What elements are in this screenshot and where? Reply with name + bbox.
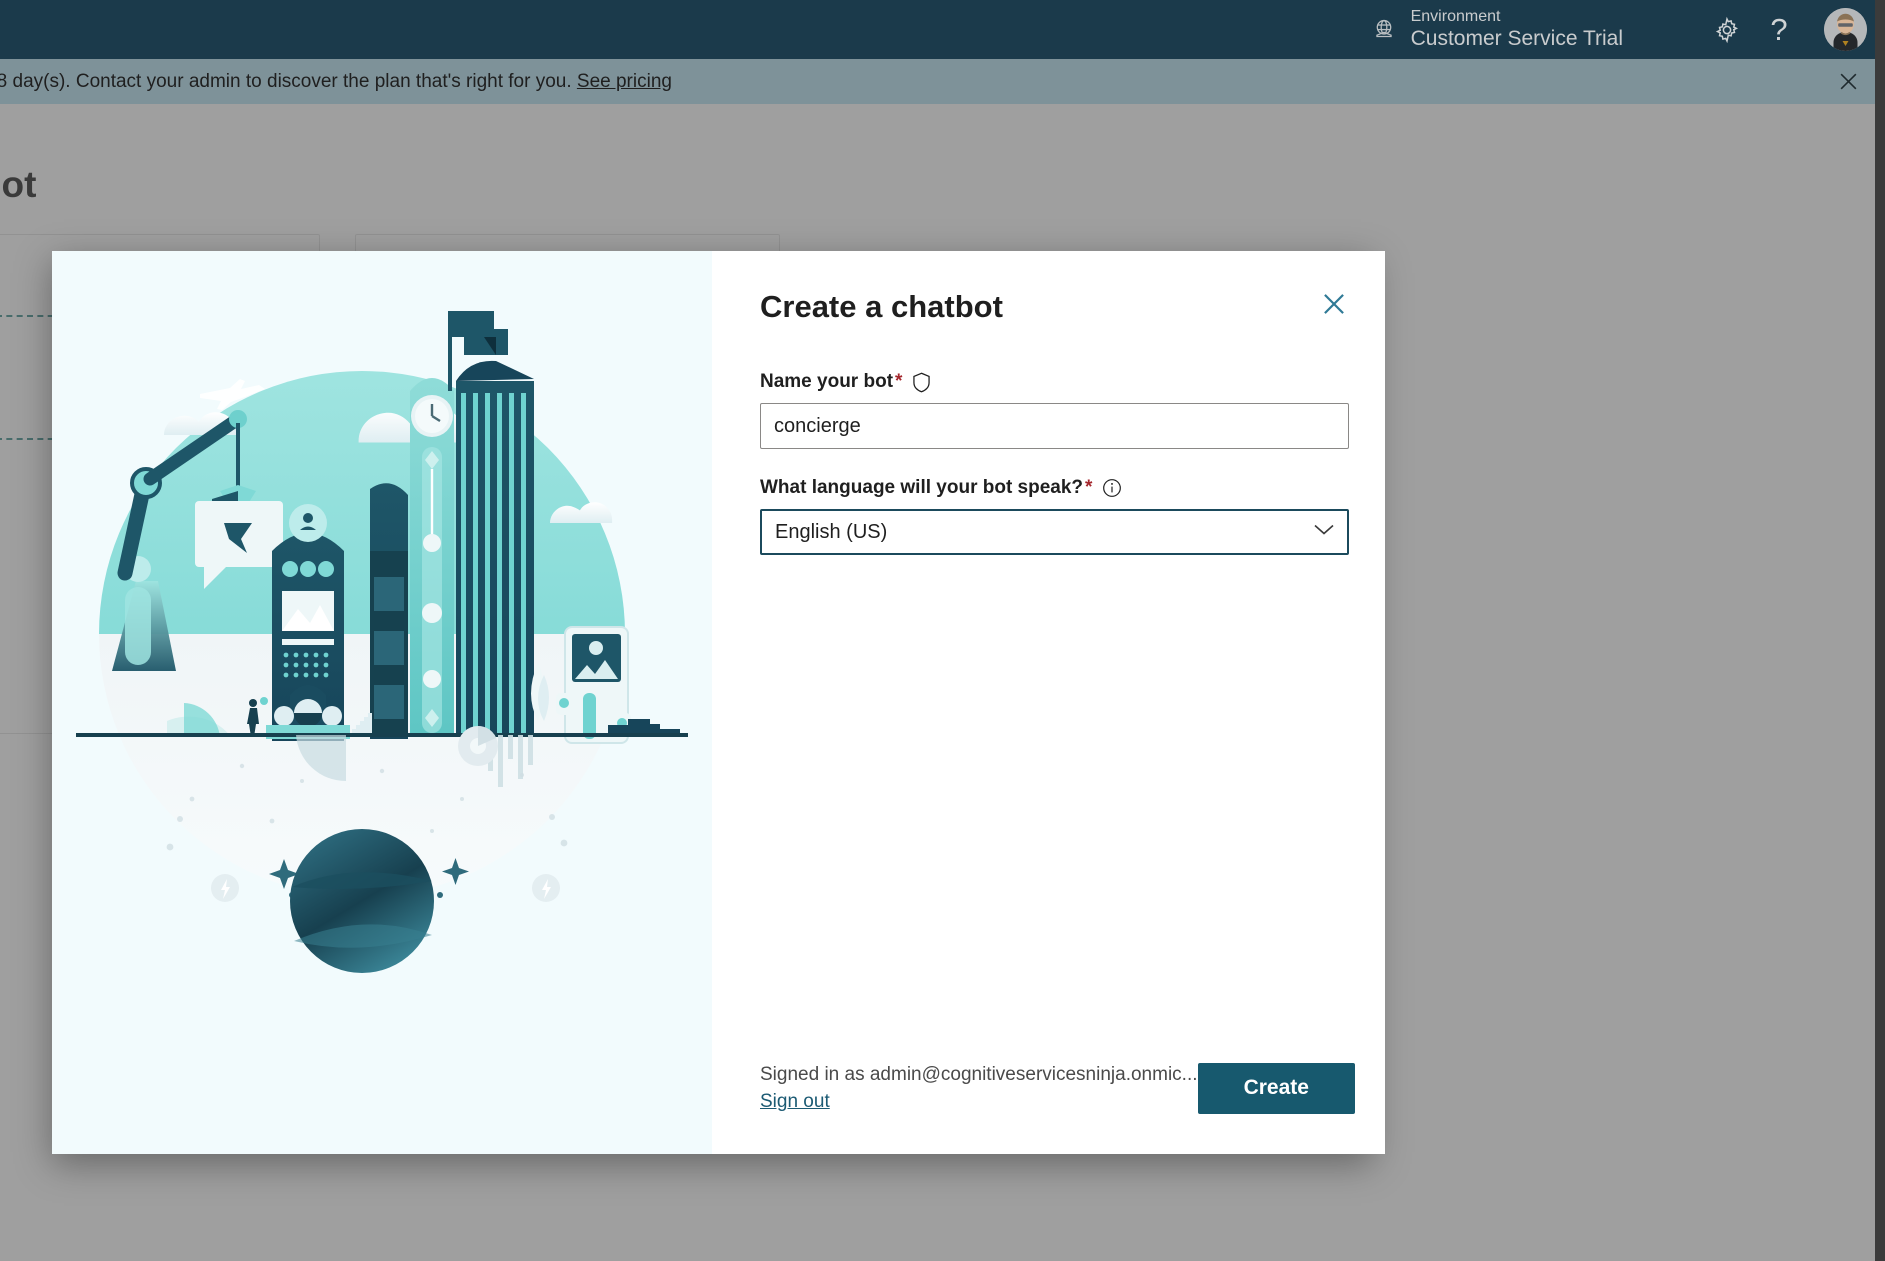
language-label: What language will your bot speak? *: [760, 477, 1349, 499]
language-select-wrapper: English (US): [760, 509, 1349, 555]
bot-name-label-text: Name your bot: [760, 371, 894, 392]
dialog-footer: Signed in as admin@cognitiveservicesninj…: [748, 1061, 1355, 1116]
gear-icon[interactable]: [1701, 4, 1753, 56]
avatar[interactable]: [1819, 4, 1871, 56]
close-icon[interactable]: [1831, 65, 1865, 99]
bot-name-input[interactable]: [760, 403, 1349, 449]
bot-name-field-group: Name your bot *: [760, 371, 1349, 449]
language-field-group: What language will your bot speak? * Engl…: [760, 477, 1349, 555]
see-pricing-link[interactable]: See pricing: [577, 71, 672, 92]
environment-value: Customer Service Trial: [1410, 26, 1623, 50]
page-title: Create a chatbot: [760, 289, 1003, 324]
window-edge-strip: [1875, 0, 1885, 1261]
striped-skyscraper: [448, 311, 534, 734]
donut-shape: [458, 726, 498, 766]
language-select-value: English (US): [775, 520, 888, 543]
required-marker: *: [1085, 477, 1093, 498]
info-icon[interactable]: [1102, 478, 1122, 498]
required-marker: *: [895, 371, 903, 392]
sign-out-link[interactable]: Sign out: [760, 1088, 830, 1116]
signed-in-as-text: Signed in as admin@cognitiveservicesninj…: [760, 1063, 1198, 1085]
globe-environment-icon: [1367, 13, 1401, 47]
planet: [290, 829, 434, 973]
city-skyline-planet-illustration: [52, 251, 712, 1154]
environment-label: Environment: [1410, 7, 1501, 25]
help-glyph: ?: [1770, 11, 1788, 47]
language-select[interactable]: English (US): [760, 509, 1349, 555]
shield-icon: [912, 372, 931, 393]
trial-notification-bar: al expires in 8 day(s). Contact your adm…: [0, 59, 1885, 104]
top-navigation-bar: Environment Customer Service Trial ?: [0, 0, 1885, 59]
help-question-icon[interactable]: ?: [1753, 4, 1805, 56]
close-icon[interactable]: [1313, 283, 1355, 325]
create-chatbot-form: Create a chatbot Name your bot * concier…: [712, 251, 1385, 1154]
app-root: a chatbot r pro duction ower V Environme…: [0, 0, 1885, 1261]
clock-tower: [410, 378, 454, 734]
language-label-text: What language will your bot speak?: [760, 477, 1084, 498]
bot-name-label: Name your bot *: [760, 371, 1349, 393]
create-chatbot-dialog: Create a chatbot Name your bot * concier…: [52, 251, 1385, 1154]
environment-selector[interactable]: Environment Customer Service Trial: [1411, 8, 1623, 52]
account-info: Signed in as admin@cognitiveservicesninj…: [760, 1061, 1198, 1116]
avatar-image: [1823, 8, 1867, 51]
trial-notification-text: al expires in 8 day(s). Contact your adm…: [0, 71, 672, 93]
form-fields: Name your bot* What language will your b…: [760, 371, 1349, 555]
create-button[interactable]: Create: [1197, 1062, 1355, 1114]
trial-notification-message: al expires in 8 day(s). Contact your adm…: [0, 70, 572, 92]
